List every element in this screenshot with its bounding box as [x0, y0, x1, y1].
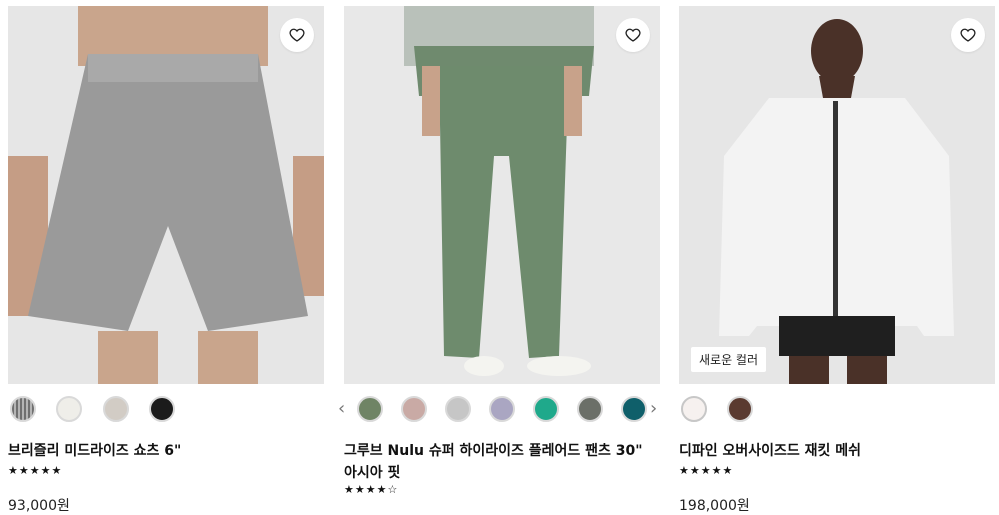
color-swatch[interactable]: [56, 396, 82, 422]
wishlist-heart-icon[interactable]: [280, 18, 314, 52]
color-swatch[interactable]: [401, 396, 427, 422]
shorts-photo: [8, 6, 324, 384]
color-swatch[interactable]: [533, 396, 559, 422]
color-swatch[interactable]: [727, 396, 753, 422]
rating-stars: ★★★★★: [8, 464, 63, 477]
color-swatch[interactable]: [10, 396, 36, 422]
product-card-3[interactable]: 새로운 컬러 디파인 오버사이즈드 재킷 메쉬 ★★★★★ 198,000원: [679, 0, 995, 515]
product-price: 198,000원: [679, 498, 750, 514]
color-swatch[interactable]: [577, 396, 603, 422]
product-name[interactable]: 디파인 오버사이즈드 재킷 메쉬: [679, 440, 995, 462]
wishlist-heart-icon[interactable]: [616, 18, 650, 52]
color-swatch[interactable]: [445, 396, 471, 422]
jacket-photo: [679, 6, 995, 384]
rating-stars: ★★★★☆: [344, 483, 399, 496]
product-card-1[interactable]: 브리즐리 미드라이즈 쇼츠 6" ★★★★★ 93,000원: [8, 0, 324, 515]
color-swatch[interactable]: [489, 396, 515, 422]
product-card-2[interactable]: ‹ › 그루브 Nulu 슈퍼 하이라이즈 플레어드 팬츠 30" 아시아 핏 …: [338, 0, 660, 515]
swatch-prev-arrow-icon[interactable]: ‹: [338, 398, 345, 420]
product-price: 93,000원: [8, 498, 70, 514]
color-swatch[interactable]: [357, 396, 383, 422]
color-swatch[interactable]: [681, 396, 707, 422]
color-swatches: ‹ ›: [338, 396, 660, 426]
color-swatch[interactable]: [149, 396, 175, 422]
color-swatches: [679, 396, 995, 426]
wishlist-heart-icon[interactable]: [951, 18, 985, 52]
color-swatch[interactable]: [103, 396, 129, 422]
product-name[interactable]: 그루브 Nulu 슈퍼 하이라이즈 플레어드 팬츠 30" 아시아 핏: [344, 440, 660, 484]
rating-stars: ★★★★★: [679, 464, 734, 477]
product-image[interactable]: 새로운 컬러: [679, 6, 995, 384]
product-name[interactable]: 브리즐리 미드라이즈 쇼츠 6": [8, 440, 324, 462]
new-color-badge: 새로운 컬러: [691, 347, 767, 372]
pants-photo: [344, 6, 660, 384]
color-swatches: [8, 396, 324, 426]
color-swatch[interactable]: [621, 396, 647, 422]
swatch-next-arrow-icon[interactable]: ›: [650, 398, 657, 420]
product-image[interactable]: [344, 6, 660, 384]
product-image[interactable]: [8, 6, 324, 384]
